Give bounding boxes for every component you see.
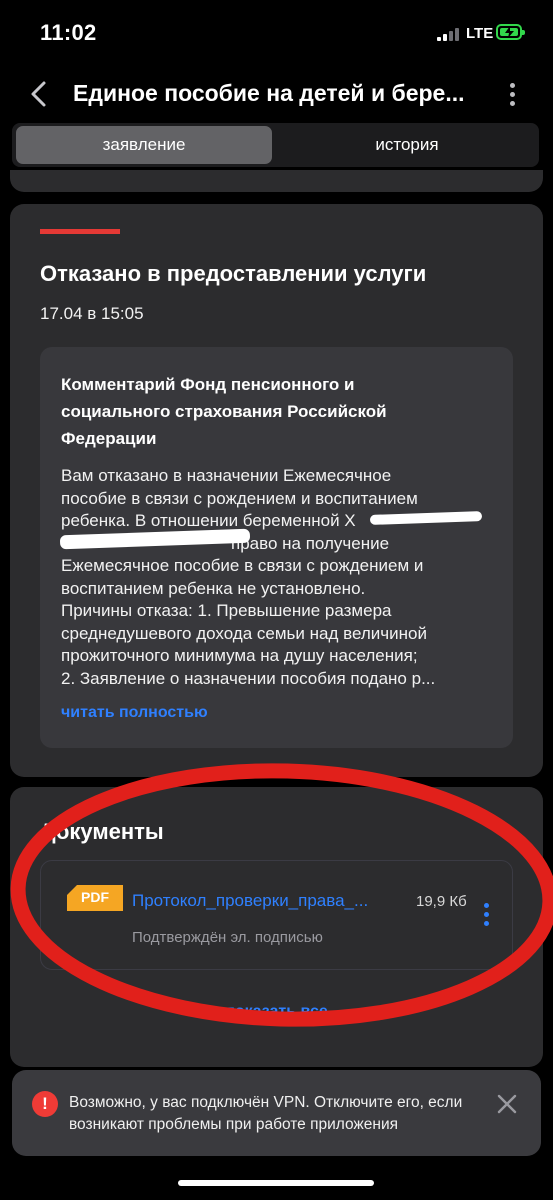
signal-icon — [437, 27, 463, 41]
toast-message: Возможно, у вас подключён VPN. Отключите… — [69, 1094, 463, 1133]
tab-history[interactable]: история — [278, 126, 536, 164]
status-accent-bar — [40, 229, 120, 234]
document-name-link[interactable]: Протокол_проверки_права_... — [132, 891, 402, 911]
vpn-warning-toast: ! Возможно, у вас подключён VPN. Отключи… — [12, 1070, 541, 1156]
documents-card: Документы PDF Протокол_проверки_права_..… — [10, 787, 543, 1067]
status-heading: Отказано в предоставлении услуги — [40, 261, 427, 286]
more-menu-button[interactable] — [503, 78, 523, 110]
comment-box: Комментарий Фонд пенсионного и социально… — [40, 347, 513, 748]
network-type: LTE — [466, 25, 494, 42]
comment-text: Вам отказано в назначении Ежемесячное по… — [61, 466, 436, 688]
segmented-control: заявление история — [12, 123, 539, 167]
document-size: 19,9 Кб — [416, 893, 467, 910]
status-bar: 11:02 LTE — [0, 0, 553, 66]
status-time: 11:02 — [40, 20, 97, 45]
tab-application[interactable]: заявление — [16, 126, 272, 164]
status-date: 17.04 в 15:05 — [40, 304, 144, 323]
pdf-file-icon: PDF — [67, 885, 123, 911]
show-all-link[interactable]: показать все — [10, 1003, 543, 1021]
status-card: Отказано в предоставлении услуги 17.04 в… — [10, 204, 543, 777]
toast-close-button[interactable] — [496, 1093, 518, 1115]
home-indicator[interactable] — [178, 1180, 374, 1186]
comment-title: Комментарий Фонд пенсионного и социально… — [61, 375, 387, 448]
document-item[interactable]: PDF Протокол_проверки_права_... 19,9 Кб … — [40, 860, 513, 970]
document-more-button[interactable] — [481, 903, 493, 929]
chevron-left-icon — [31, 81, 46, 107]
documents-title: Документы — [40, 819, 164, 844]
battery-icon — [496, 24, 525, 40]
close-icon — [497, 1094, 517, 1114]
page-title: Единое пособие на детей и бере... — [73, 80, 465, 106]
back-button[interactable] — [26, 79, 54, 109]
nav-bar: Единое пособие на детей и бере... — [0, 66, 553, 122]
document-signature-note: Подтверждён эл. подписью — [132, 929, 323, 946]
previous-card-edge — [10, 170, 543, 192]
pdf-badge-label: PDF — [81, 889, 109, 905]
alert-icon: ! — [32, 1091, 58, 1117]
read-more-link[interactable]: читать полностью — [61, 704, 208, 722]
